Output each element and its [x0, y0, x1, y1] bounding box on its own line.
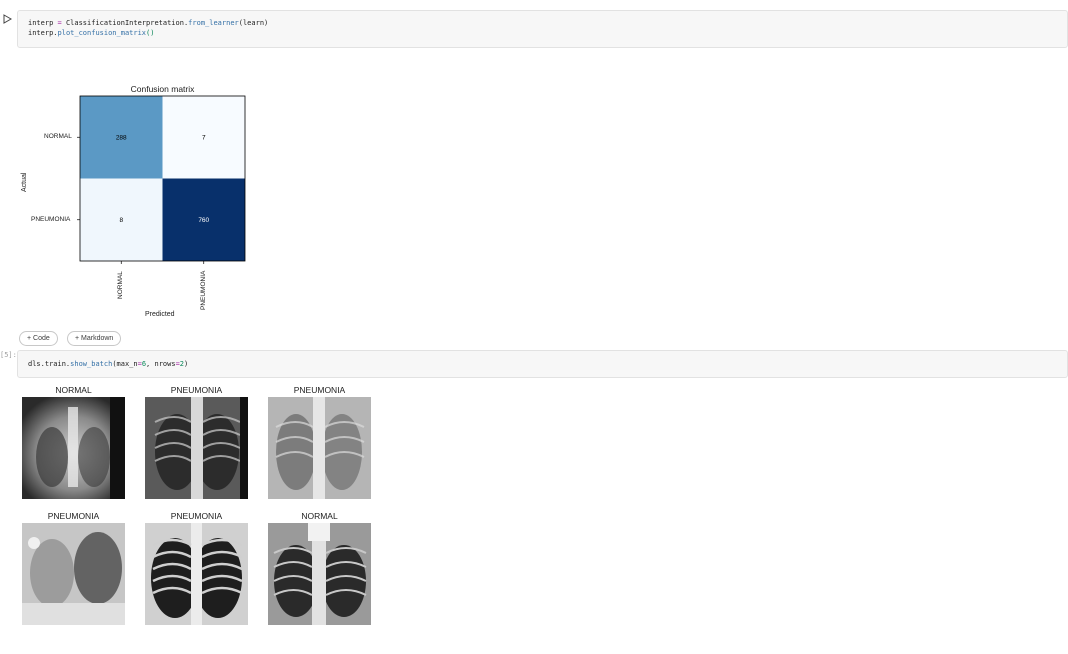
y-axis-label: Actual	[21, 172, 28, 192]
batch-label-3: PNEUMONIA	[293, 385, 346, 395]
y-tick-pneumonia: PNEUMONIA	[31, 216, 71, 223]
xray-image-3	[268, 397, 371, 499]
y-tick-normal: NORMAL	[44, 133, 72, 140]
cm-value-label: 7	[202, 134, 206, 141]
confusion-matrix-chart: 288 7 8 760	[77, 95, 246, 264]
cm-value-label: 288	[116, 134, 127, 141]
batch-label-2: PNEUMONIA	[170, 385, 223, 395]
xray-image-1	[22, 397, 125, 499]
batch-label-4: PNEUMONIA	[47, 511, 100, 521]
x-axis-label: Predicted	[145, 311, 175, 318]
xray-image-6	[268, 523, 371, 625]
add-code-cell-button[interactable]: + Code	[19, 331, 58, 346]
x-tick-pneumonia: PNEUMONIA	[200, 270, 207, 310]
batch-label-5: PNEUMONIA	[170, 511, 223, 521]
execution-count: [5]:	[0, 351, 17, 359]
batch-label-6: NORMAL	[301, 511, 338, 521]
cm-value-label: 760	[198, 217, 209, 224]
xray-image-4	[22, 523, 125, 625]
batch-label-1: NORMAL	[55, 385, 92, 395]
xray-image-5	[145, 523, 248, 625]
code-cell-show-batch[interactable]: dls.train.show_batch(max_n=6, nrows=2)	[17, 350, 1068, 378]
cm-value-label: 8	[119, 217, 123, 224]
xray-image-2	[145, 397, 248, 499]
add-markdown-cell-button[interactable]: + Markdown	[67, 331, 122, 346]
code-line-show-batch: dls.train.show_batch(max_n=6, nrows=2)	[28, 360, 189, 368]
x-tick-normal: NORMAL	[117, 271, 124, 299]
